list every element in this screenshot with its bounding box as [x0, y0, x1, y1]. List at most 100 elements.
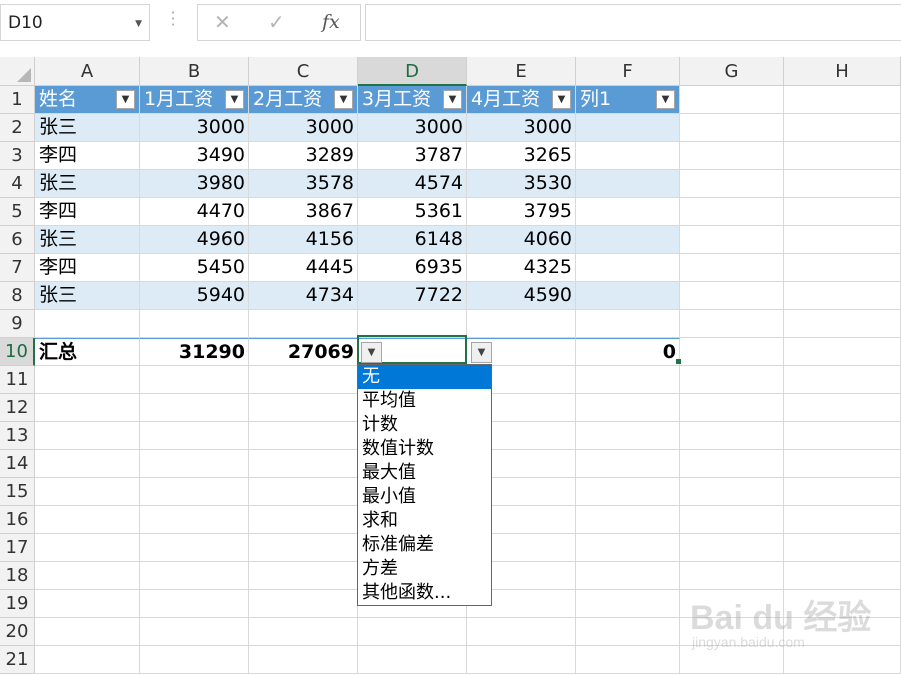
row-header-8[interactable]: 8: [0, 282, 35, 310]
grid-cell[interactable]: [680, 86, 784, 114]
grid-cell[interactable]: [140, 422, 249, 450]
table-cell[interactable]: 张三: [35, 170, 140, 198]
table-cell[interactable]: [358, 310, 467, 338]
grid-cell[interactable]: [784, 114, 901, 142]
grid-cell[interactable]: [35, 422, 140, 450]
grid-cell[interactable]: [140, 646, 249, 674]
table-cell[interactable]: 4060: [467, 226, 576, 254]
grid-cell[interactable]: [576, 646, 680, 674]
grid-cell[interactable]: [680, 366, 784, 394]
total-row-cell[interactable]: 31290: [140, 338, 249, 366]
grid-cell[interactable]: [249, 618, 358, 646]
grid-cell[interactable]: [35, 506, 140, 534]
table-cell[interactable]: [576, 310, 680, 338]
grid-cell[interactable]: [576, 450, 680, 478]
table-cell[interactable]: 3000: [249, 114, 358, 142]
grid-cell[interactable]: [784, 422, 901, 450]
grid-cell[interactable]: [680, 310, 784, 338]
grid-cell[interactable]: [35, 562, 140, 590]
grid-cell[interactable]: [784, 142, 901, 170]
row-header-4[interactable]: 4: [0, 170, 35, 198]
select-all-button[interactable]: [0, 57, 35, 86]
table-cell[interactable]: [576, 226, 680, 254]
column-header-c[interactable]: C: [249, 57, 358, 86]
grid-cell[interactable]: [784, 226, 901, 254]
grid-cell[interactable]: [35, 450, 140, 478]
grid-cell[interactable]: [35, 646, 140, 674]
grid-cell[interactable]: [249, 646, 358, 674]
function-option[interactable]: 标准偏差: [358, 533, 491, 557]
row-header-6[interactable]: 6: [0, 226, 35, 254]
grid-cell[interactable]: [680, 114, 784, 142]
grid-cell[interactable]: [784, 282, 901, 310]
table-cell[interactable]: 7722: [358, 282, 467, 310]
filter-dropdown-icon[interactable]: ▼: [656, 90, 675, 109]
grid-cell[interactable]: [140, 534, 249, 562]
table-header-cell[interactable]: 1月工资 ▼: [140, 86, 249, 114]
table-cell[interactable]: [576, 254, 680, 282]
table-cell[interactable]: 5450: [140, 254, 249, 282]
total-function-dropdown-icon[interactable]: ▼: [471, 342, 492, 363]
table-cell[interactable]: 4574: [358, 170, 467, 198]
grid-cell[interactable]: [467, 618, 576, 646]
grid-cell[interactable]: [576, 590, 680, 618]
function-option[interactable]: 其他函数...: [358, 581, 491, 605]
grid-cell[interactable]: [680, 226, 784, 254]
table-cell[interactable]: 张三: [35, 282, 140, 310]
function-option[interactable]: 平均值: [358, 389, 491, 413]
table-cell[interactable]: 张三: [35, 226, 140, 254]
fill-handle[interactable]: [676, 359, 681, 364]
grid-cell[interactable]: [680, 282, 784, 310]
table-cell[interactable]: 4156: [249, 226, 358, 254]
cancel-icon[interactable]: ✕: [214, 10, 231, 34]
table-cell[interactable]: 5361: [358, 198, 467, 226]
row-header-2[interactable]: 2: [0, 114, 35, 142]
table-cell[interactable]: 4470: [140, 198, 249, 226]
table-cell[interactable]: [576, 170, 680, 198]
table-cell[interactable]: 4445: [249, 254, 358, 282]
grid-cell[interactable]: [680, 478, 784, 506]
grid-cell[interactable]: [784, 366, 901, 394]
row-header-1[interactable]: 1: [0, 86, 35, 114]
grid-cell[interactable]: [35, 618, 140, 646]
grid-cell[interactable]: [35, 366, 140, 394]
function-option[interactable]: 最小值: [358, 485, 491, 509]
column-header-e[interactable]: E: [467, 57, 576, 86]
table-cell[interactable]: 3867: [249, 198, 358, 226]
grid-cell[interactable]: [784, 478, 901, 506]
row-header-5[interactable]: 5: [0, 198, 35, 226]
table-cell[interactable]: 3530: [467, 170, 576, 198]
grid-cell[interactable]: [680, 422, 784, 450]
function-option[interactable]: 无: [358, 365, 491, 389]
table-cell[interactable]: 3000: [140, 114, 249, 142]
table-cell[interactable]: 4734: [249, 282, 358, 310]
grid-cell[interactable]: [784, 450, 901, 478]
table-cell[interactable]: 3578: [249, 170, 358, 198]
grid-cell[interactable]: [680, 170, 784, 198]
row-header-21[interactable]: 21: [0, 646, 35, 674]
table-header-cell[interactable]: 2月工资 ▼: [249, 86, 358, 114]
grid-cell[interactable]: [576, 562, 680, 590]
column-header-b[interactable]: B: [140, 57, 249, 86]
grid-cell[interactable]: [784, 394, 901, 422]
grid-cell[interactable]: [680, 506, 784, 534]
filter-dropdown-icon[interactable]: ▼: [443, 90, 462, 109]
grid-cell[interactable]: [784, 562, 901, 590]
row-header-17[interactable]: 17: [0, 534, 35, 562]
table-cell[interactable]: 张三: [35, 114, 140, 142]
grid-cell[interactable]: [249, 506, 358, 534]
function-option[interactable]: 最大值: [358, 461, 491, 485]
table-cell[interactable]: 李四: [35, 198, 140, 226]
grid-cell[interactable]: [249, 590, 358, 618]
total-row-cell[interactable]: 27069: [249, 338, 358, 366]
grid-cell[interactable]: [576, 422, 680, 450]
grid-cell[interactable]: [680, 534, 784, 562]
table-cell[interactable]: 3289: [249, 142, 358, 170]
filter-dropdown-icon[interactable]: ▼: [116, 90, 135, 109]
grid-cell[interactable]: [35, 534, 140, 562]
grid-cell[interactable]: [35, 478, 140, 506]
row-header-3[interactable]: 3: [0, 142, 35, 170]
table-cell[interactable]: 4325: [467, 254, 576, 282]
grid-cell[interactable]: [680, 142, 784, 170]
grid-cell[interactable]: [467, 646, 576, 674]
